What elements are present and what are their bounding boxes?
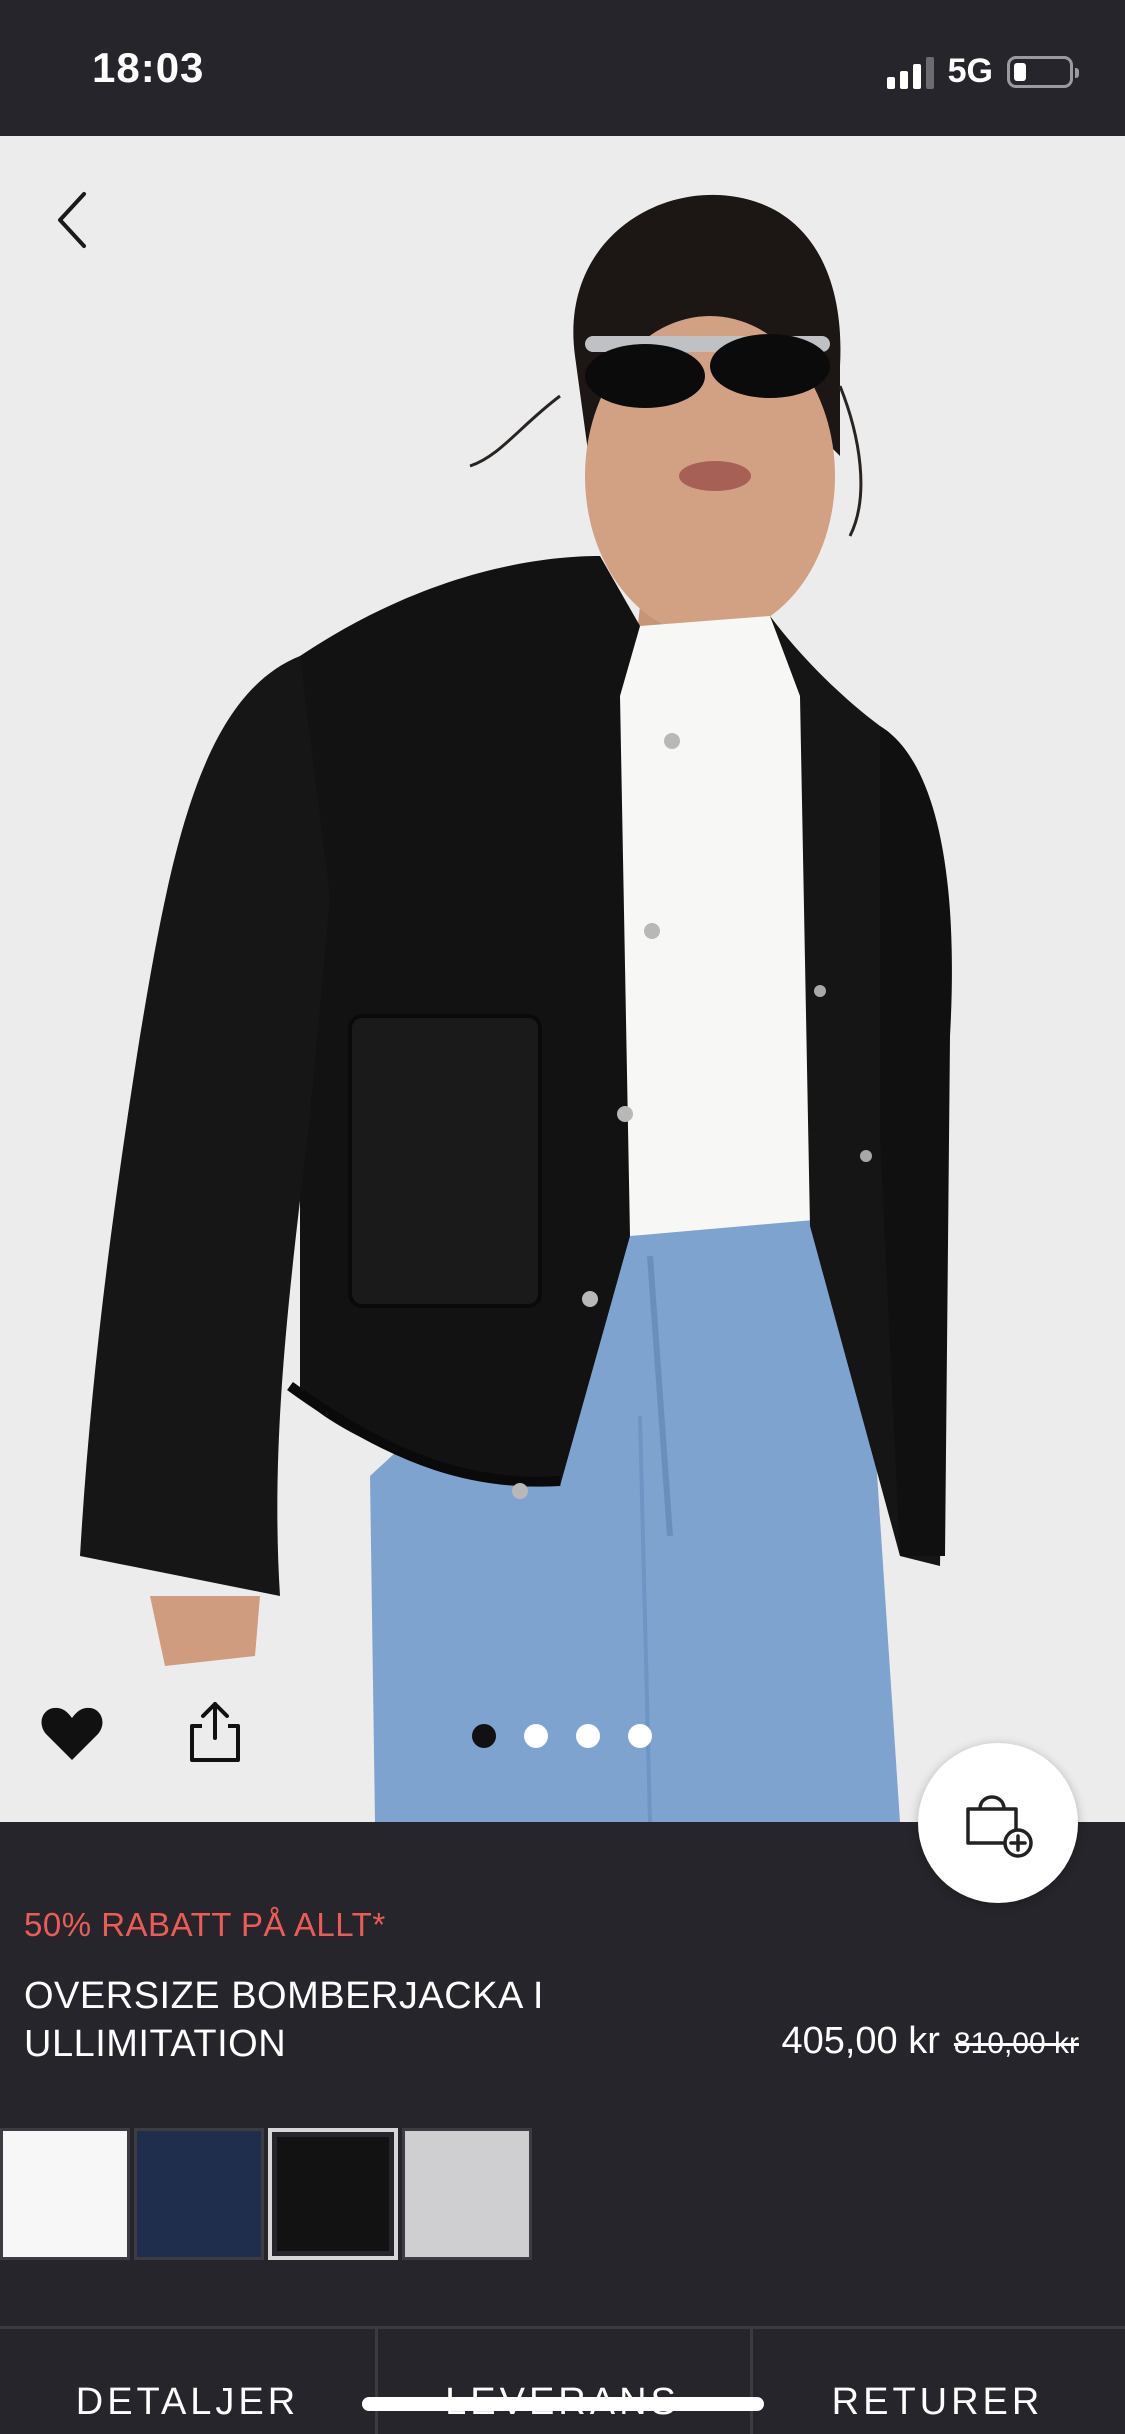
bag-plus-icon [966,1795,1033,1858]
product-photo [80,194,952,1822]
tab-details[interactable]: DETALJER [0,2329,375,2434]
back-button[interactable] [44,180,104,260]
favorite-button[interactable] [40,1704,104,1764]
color-swatch-grey[interactable] [402,2128,532,2260]
tab-returns[interactable]: RETURER [750,2329,1125,2434]
share-icon [190,1702,240,1762]
status-time: 18:03 [92,44,205,91]
product-title: OVERSIZE BOMBERJACKA I ULLIMITATION [24,1975,544,2065]
promo-label: 50% RABATT PÅ ALLT* [24,1906,386,1943]
carousel-dot[interactable] [524,1724,548,1748]
chevron-left-icon [58,192,86,248]
battery-icon [1007,55,1079,88]
share-button[interactable] [186,1698,244,1764]
network-label: 5G [947,52,993,90]
original-price: 810,00 kr [953,2027,1079,2060]
home-indicator[interactable] [362,2397,764,2411]
product-image-carousel[interactable] [0,136,1125,1822]
add-to-bag-button[interactable] [918,1743,1078,1903]
signal-icon [886,55,934,89]
tab-delivery[interactable]: LEVERANS [375,2329,750,2434]
color-swatch-black[interactable] [268,2128,398,2260]
carousel-indicator [472,1724,652,1748]
price-block: 405,00 kr 810,00 kr [781,2020,1079,2063]
color-swatch-navy[interactable] [134,2128,264,2260]
heart-icon [41,1707,103,1760]
carousel-dot[interactable] [576,1724,600,1748]
color-swatches [0,2128,532,2260]
carousel-dot[interactable] [628,1724,652,1748]
info-tabs: DETALJER LEVERANS RETURER [0,2329,1125,2434]
color-swatch-white[interactable] [0,2128,130,2260]
status-indicators: 5G [886,52,1079,91]
carousel-dot[interactable] [472,1724,496,1748]
current-price: 405,00 kr [781,2020,940,2062]
status-bar: 18:03 5G [0,0,1125,136]
